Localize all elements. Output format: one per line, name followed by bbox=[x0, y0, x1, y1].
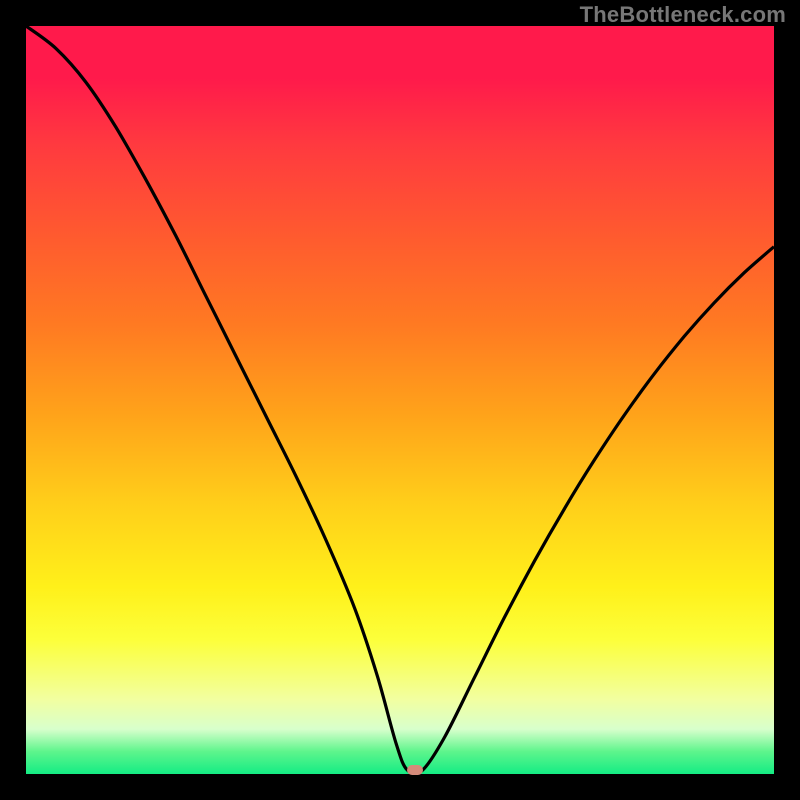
optimum-marker bbox=[407, 765, 423, 775]
plot-area bbox=[26, 26, 774, 774]
chart-frame: TheBottleneck.com bbox=[0, 0, 800, 800]
curve-path bbox=[26, 26, 774, 774]
attribution-text: TheBottleneck.com bbox=[580, 2, 786, 28]
bottleneck-curve bbox=[26, 26, 774, 774]
